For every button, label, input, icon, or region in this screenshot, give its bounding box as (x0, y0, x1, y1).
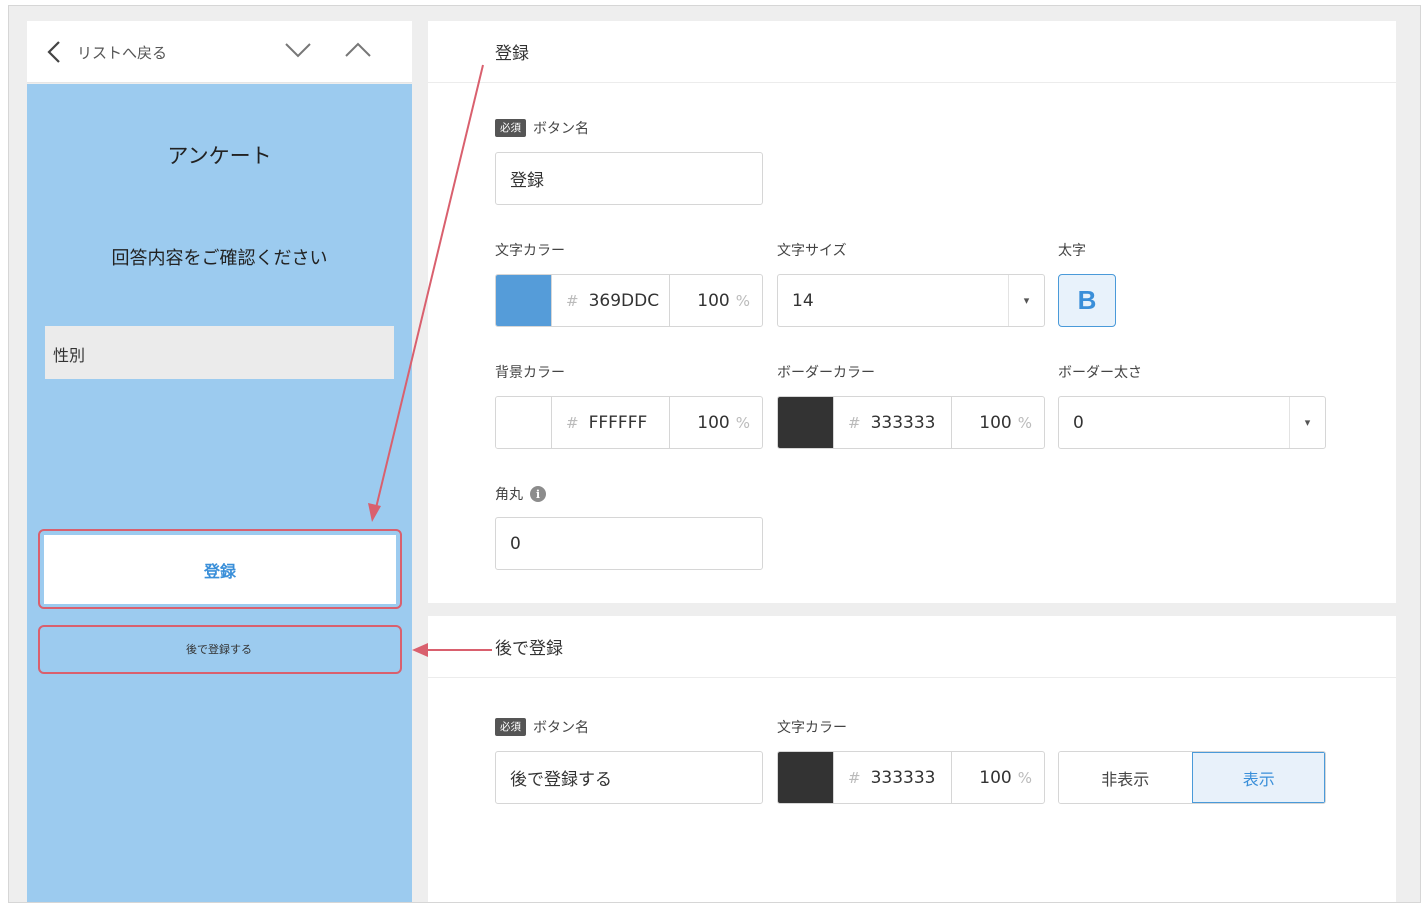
chevron-left-icon[interactable] (45, 40, 63, 64)
chevron-up-icon[interactable] (344, 39, 372, 61)
text-color-label: 文字カラー (495, 243, 565, 259)
percent-symbol: % (735, 413, 750, 432)
text-color-hex-field[interactable]: #369DDC (552, 275, 670, 326)
later-text-color-input: #333333 100% (777, 751, 1045, 804)
later-text-color-label: 文字カラー (777, 720, 847, 736)
background-color-hex-value: FFFFFF (588, 412, 648, 433)
background-color-hex-field[interactable]: # FFFFFF (552, 397, 670, 448)
panel-heading-register-later: 後で登録 (428, 616, 1396, 678)
required-badge: 必須 (495, 718, 526, 736)
preview-register-later-button[interactable]: 後で登録する (39, 627, 399, 671)
text-size-value: 14 (792, 290, 814, 311)
visibility-option-show[interactable]: 表示 (1191, 752, 1325, 803)
border-color-hex-value: 333333 (870, 412, 936, 433)
visibility-toggle: 非表示 表示 (1058, 751, 1326, 804)
border-color-hex-field[interactable]: #333333 (834, 397, 952, 448)
corner-radius-input[interactable]: 0 (495, 517, 763, 570)
text-size-label: 文字サイズ (777, 243, 847, 259)
background-color-opacity-field[interactable]: 100% (670, 397, 762, 448)
required-badge: 必須 (495, 119, 526, 137)
preview-subtitle: 回答内容をご確認ください (111, 248, 328, 269)
text-color-swatch[interactable] (496, 275, 552, 326)
later-button-name-input[interactable]: 後で登録する (495, 751, 763, 804)
button-name-label-text: ボタン名 (533, 121, 589, 137)
corner-radius-label-text: 角丸 (495, 487, 523, 503)
later-text-color-opacity-field[interactable]: 100% (952, 752, 1044, 803)
background-color-label: 背景カラー (495, 365, 565, 381)
hash-symbol: # (566, 413, 579, 432)
border-color-swatch[interactable] (778, 397, 834, 448)
hash-symbol: # (848, 768, 861, 787)
chevron-down-icon[interactable] (284, 39, 312, 61)
opacity-value: 100 (697, 290, 730, 311)
preview-nav-bar: リストへ戻る (27, 21, 412, 83)
percent-symbol: % (735, 291, 750, 310)
register-later-settings-panel: 後で登録 必須 ボタン名 後で登録する 文字カラー #333333 100% 非… (428, 616, 1396, 902)
visibility-option-hide[interactable]: 非表示 (1059, 752, 1192, 803)
form-preview: アンケート 回答内容をご確認ください 性別 登録 後で登録する (27, 84, 412, 902)
border-color-opacity-field[interactable]: 100% (952, 397, 1044, 448)
dropdown-caret-icon: ▾ (1008, 275, 1044, 326)
later-text-color-hex-field[interactable]: #333333 (834, 752, 952, 803)
register-button-settings-panel: 登録 必須 ボタン名 登録 文字カラー #369DDC 100% 文字サイズ 1… (428, 21, 1396, 603)
bold-toggle-button[interactable]: B (1058, 274, 1116, 327)
preview-register-button[interactable]: 登録 (44, 535, 396, 604)
text-color-opacity-field[interactable]: 100% (670, 275, 762, 326)
hash-symbol: # (566, 291, 579, 310)
text-size-select[interactable]: 14 ▾ (777, 274, 1045, 327)
background-color-input: # FFFFFF 100% (495, 396, 763, 449)
opacity-value: 100 (697, 412, 730, 433)
opacity-value: 100 (979, 767, 1012, 788)
background-color-swatch[interactable] (496, 397, 552, 448)
panel-heading-register: 登録 (428, 21, 1396, 83)
percent-symbol: % (1017, 413, 1032, 432)
back-to-list-link[interactable]: リストへ戻る (77, 42, 167, 63)
border-width-label: ボーダー太さ (1058, 365, 1142, 381)
later-button-name-label: 必須 ボタン名 (495, 717, 589, 737)
bold-label: 太字 (1058, 243, 1086, 259)
border-color-input: #333333 100% (777, 396, 1045, 449)
opacity-value: 100 (979, 412, 1012, 433)
hash-symbol: # (848, 413, 861, 432)
corner-radius-label: 角丸 i (495, 484, 546, 504)
border-width-select[interactable]: 0 ▾ (1058, 396, 1326, 449)
button-name-input[interactable]: 登録 (495, 152, 763, 205)
percent-symbol: % (1017, 768, 1032, 787)
text-color-hex-value: 369DDC (588, 290, 660, 311)
later-button-name-label-text: ボタン名 (533, 720, 589, 736)
later-text-color-swatch[interactable] (778, 752, 834, 803)
border-width-value: 0 (1073, 412, 1084, 433)
preview-field-gender: 性別 (45, 326, 394, 379)
info-icon[interactable]: i (530, 486, 546, 502)
later-text-color-hex-value: 333333 (870, 767, 936, 788)
text-color-input: #369DDC 100% (495, 274, 763, 327)
button-name-label: 必須 ボタン名 (495, 118, 589, 138)
border-color-label: ボーダーカラー (777, 365, 875, 381)
dropdown-caret-icon: ▾ (1289, 397, 1325, 448)
preview-title: アンケート (167, 144, 272, 168)
